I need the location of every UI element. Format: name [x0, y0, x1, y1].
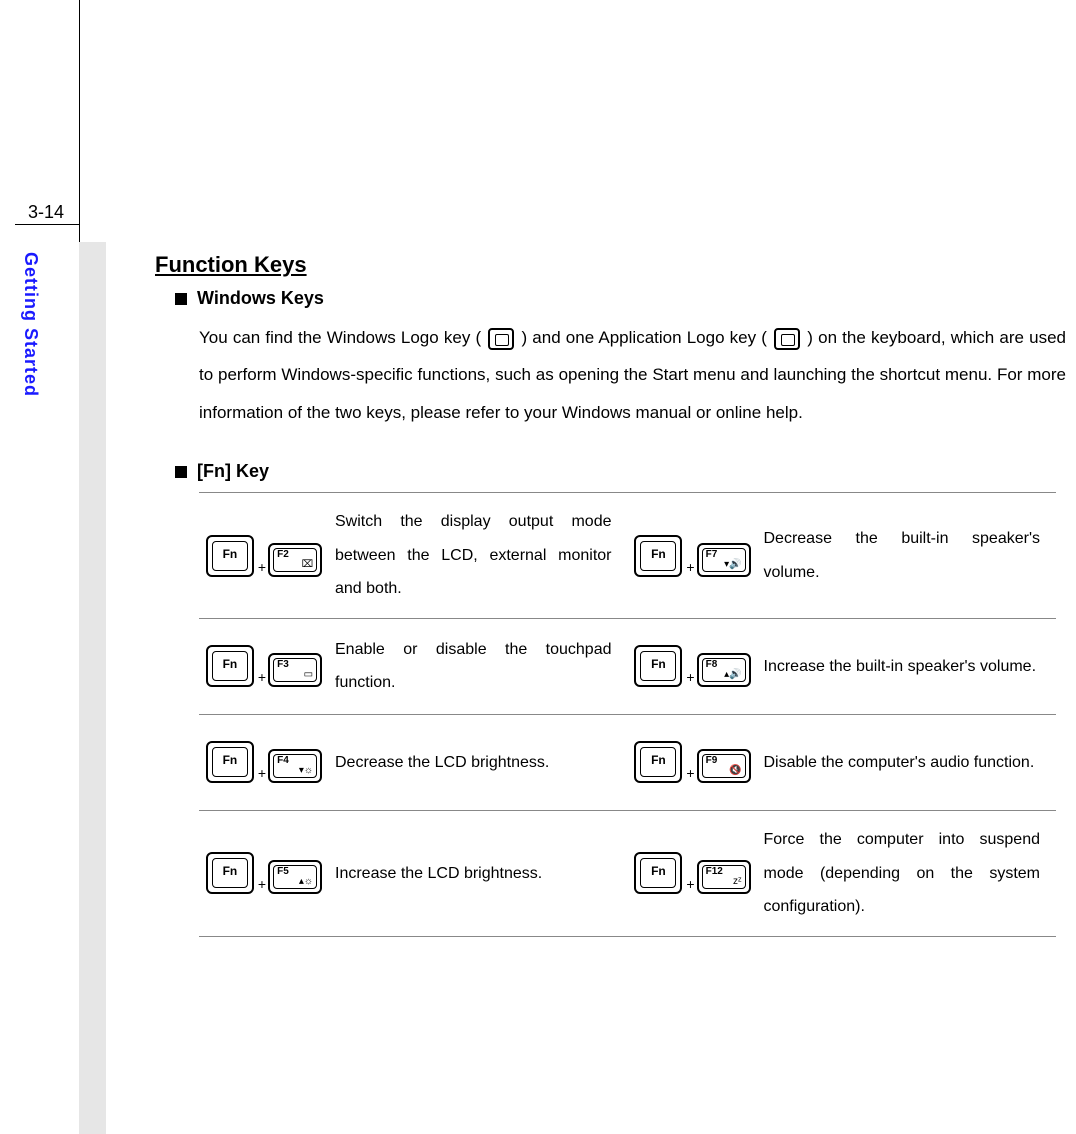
table-row: Fn + F4▾☼ Decrease the LCD brightness. F… — [199, 715, 1056, 811]
square-bullet-icon — [175, 293, 187, 305]
f8-key-icon: F8▴🔊 — [697, 653, 751, 687]
plus-icon: + — [686, 669, 694, 685]
page-title: Function Keys — [155, 252, 1066, 278]
page-num-underline — [15, 224, 79, 225]
table-row: Fn + F5▴☼ Increase the LCD brightness. F… — [199, 811, 1056, 937]
f4-key-icon: F4▾☼ — [268, 749, 322, 783]
page-number: 3-14 — [28, 202, 64, 223]
key-description: Enable or disable the touchpad function. — [329, 621, 628, 712]
plus-icon: + — [686, 876, 694, 892]
key-description: Force the computer into suspend mode (de… — [758, 811, 1057, 936]
fn-key-icon: Fn — [206, 535, 254, 577]
key-combo: Fn + F9🔇 — [628, 729, 758, 795]
windows-logo-key-icon — [488, 328, 514, 350]
sidebar-band — [79, 242, 106, 1134]
fn-key-table: Fn + F2⌧ Switch the display output mode … — [199, 492, 1056, 937]
plus-icon: + — [258, 559, 266, 575]
f2-key-icon: F2⌧ — [268, 543, 322, 577]
f9-key-icon: F9🔇 — [697, 749, 751, 783]
square-bullet-icon — [175, 466, 187, 478]
key-description: Decrease the LCD brightness. — [329, 734, 628, 792]
windows-keys-title: Windows Keys — [197, 288, 324, 309]
fn-key-icon: Fn — [206, 852, 254, 894]
key-description: Switch the display output mode between t… — [329, 493, 628, 618]
page-content: Function Keys Windows Keys You can find … — [155, 252, 1066, 937]
key-combo: Fn + F12zᶻ — [628, 840, 758, 906]
key-description: Decrease the built-in speaker's volume. — [758, 510, 1057, 601]
key-combo: Fn + F7▾🔊 — [628, 523, 758, 589]
key-combo: Fn + F2⌧ — [199, 523, 329, 589]
plus-icon: + — [258, 669, 266, 685]
key-description: Increase the LCD brightness. — [329, 845, 628, 903]
f5-key-icon: F5▴☼ — [268, 860, 322, 894]
table-row: Fn + F2⌧ Switch the display output mode … — [199, 493, 1056, 619]
windows-keys-paragraph: You can find the Windows Logo key ( ) an… — [199, 319, 1066, 431]
para-text-1: You can find the Windows Logo key ( — [199, 328, 486, 347]
fn-key-icon: Fn — [634, 741, 682, 783]
key-description: Increase the built-in speaker's volume. — [758, 638, 1057, 696]
fn-key-section: [Fn] Key Fn + F2⌧ Switch the display out… — [155, 461, 1066, 937]
fn-key-icon: Fn — [634, 645, 682, 687]
key-combo: Fn + F5▴☼ — [199, 840, 329, 906]
plus-icon: + — [258, 876, 266, 892]
key-combo: Fn + F3▭ — [199, 633, 329, 699]
para-text-2: ) and one Application Logo key ( — [521, 328, 772, 347]
plus-icon: + — [686, 559, 694, 575]
windows-keys-heading: Windows Keys — [175, 288, 1066, 309]
f3-key-icon: F3▭ — [268, 653, 322, 687]
key-combo: Fn + F4▾☼ — [199, 729, 329, 795]
table-row: Fn + F3▭ Enable or disable the touchpad … — [199, 619, 1056, 715]
fn-key-icon: Fn — [206, 645, 254, 687]
plus-icon: + — [258, 765, 266, 781]
sidebar-section-label: Getting Started — [20, 252, 41, 397]
fn-key-heading: [Fn] Key — [175, 461, 1066, 482]
key-description: Disable the computer's audio function. — [758, 734, 1057, 792]
f12-key-icon: F12zᶻ — [697, 860, 751, 894]
f7-key-icon: F7▾🔊 — [697, 543, 751, 577]
key-combo: Fn + F8▴🔊 — [628, 633, 758, 699]
fn-key-title: [Fn] Key — [197, 461, 269, 482]
fn-key-icon: Fn — [206, 741, 254, 783]
fn-key-icon: Fn — [634, 535, 682, 577]
plus-icon: + — [686, 765, 694, 781]
fn-key-icon: Fn — [634, 852, 682, 894]
application-logo-key-icon — [774, 328, 800, 350]
